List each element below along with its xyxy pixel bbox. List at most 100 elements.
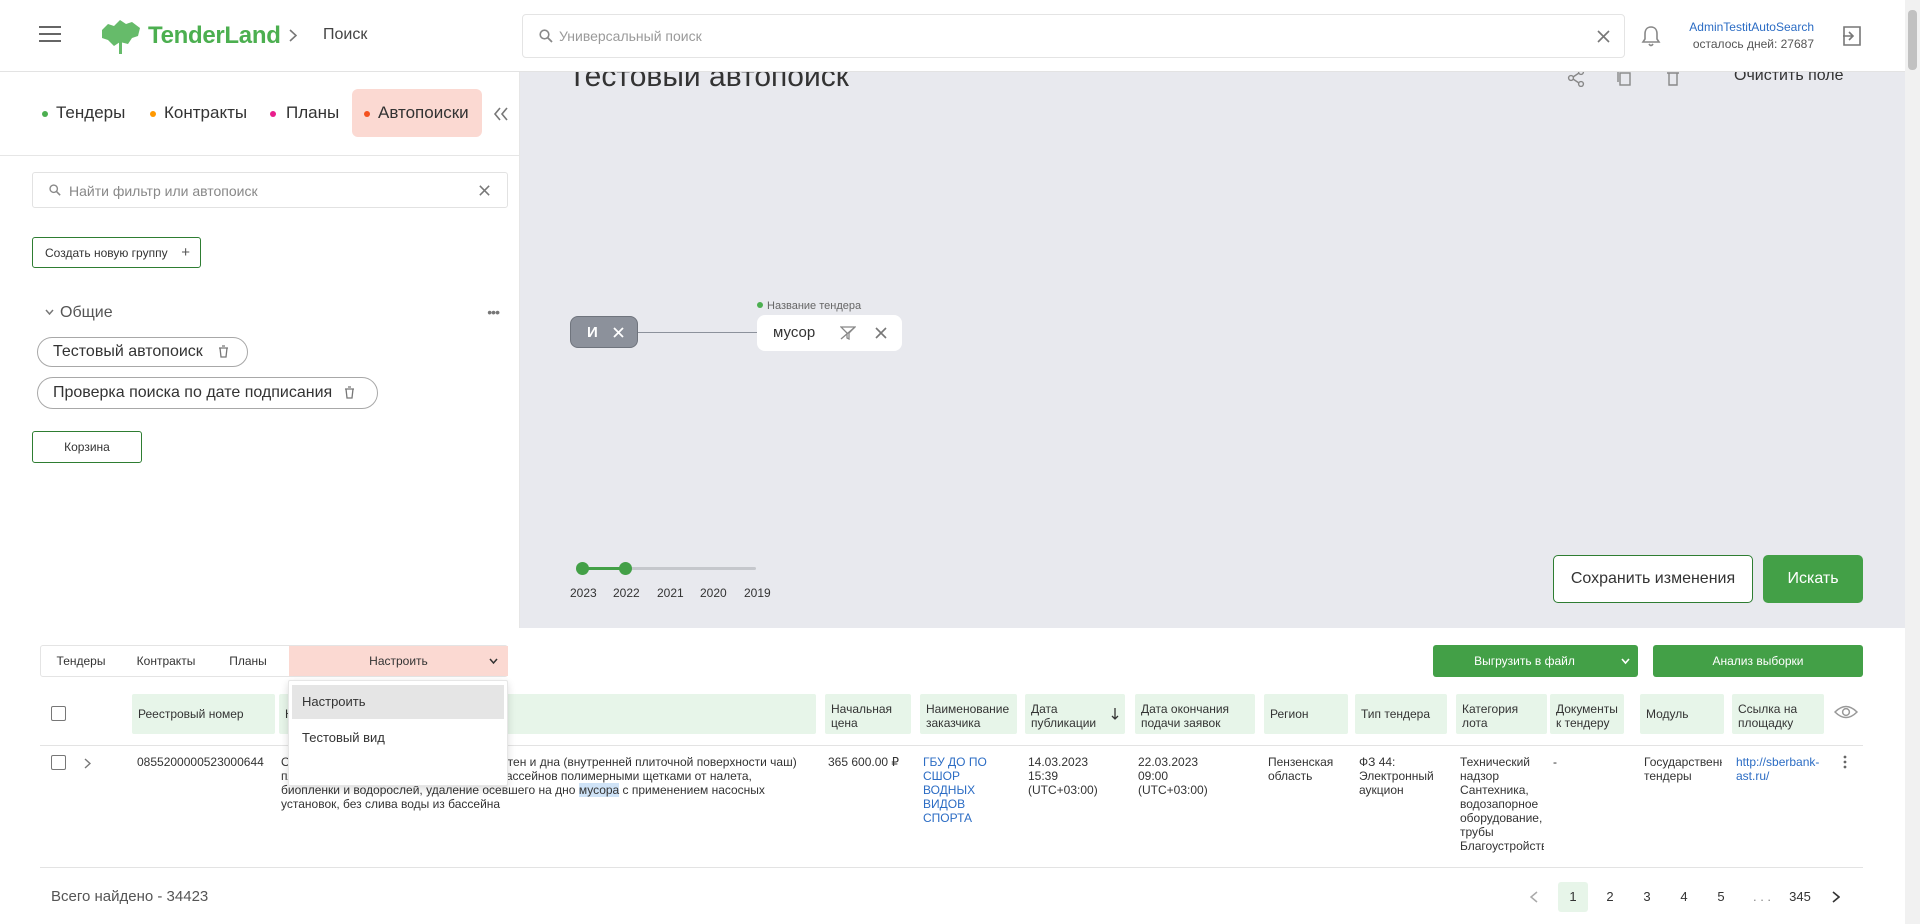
year-label: 2023 [570, 586, 597, 600]
page-scrollbar[interactable] [1905, 0, 1920, 924]
expand-row-icon[interactable] [84, 758, 91, 769]
dropdown-option-test-view[interactable]: Тестовый вид [292, 721, 504, 755]
analysis-button[interactable]: Анализ выборки [1653, 645, 1863, 677]
universal-search[interactable] [522, 14, 1625, 58]
chevron-down-icon [45, 309, 54, 316]
and-node[interactable]: И [570, 316, 638, 348]
share-icon[interactable] [1567, 72, 1585, 87]
export-button[interactable]: Выгрузить в файл [1433, 645, 1638, 677]
col-customer[interactable]: Наименование заказчика [920, 694, 1017, 734]
bell-icon[interactable] [1641, 25, 1661, 47]
remove-term-icon[interactable] [875, 327, 887, 339]
user-name[interactable]: AdminTestitAutoSearch [1660, 20, 1814, 34]
filter-search-input[interactable] [69, 181, 469, 201]
col-end-date[interactable]: Дата окончания подачи заявок [1135, 694, 1255, 734]
cell-module: Государственные тендеры [1644, 755, 1722, 783]
user-info[interactable]: AdminTestitAutoSearch осталось дней: 276… [1660, 20, 1814, 51]
chevron-right-icon [289, 29, 297, 42]
next-page-icon[interactable] [1832, 891, 1840, 903]
search-icon [539, 29, 553, 43]
col-module[interactable]: Модуль [1640, 694, 1724, 734]
plus-icon: + [181, 244, 190, 261]
more-icon[interactable]: ••• [487, 304, 500, 320]
cell-link[interactable]: http://sberbank-ast.ru/ [1736, 755, 1824, 783]
filter-off-icon[interactable] [840, 326, 856, 340]
configure-view-select[interactable]: Настроить [289, 646, 508, 676]
cell-docs: - [1553, 755, 1557, 769]
col-tender-type[interactable]: Тип тендера [1355, 694, 1447, 734]
trash-icon[interactable] [218, 345, 229, 358]
autosearch-item[interactable]: Тестовый автопоиск [37, 337, 248, 367]
cell-reg-num: 0855200000523000644 [137, 755, 264, 769]
col-reg-num[interactable]: Реестровый номер [132, 694, 275, 734]
term-field-label: Название тендера [757, 300, 861, 312]
page-last[interactable]: 345 [1780, 882, 1820, 912]
year-label: 2020 [700, 586, 727, 600]
col-price[interactable]: Начальная цена [825, 694, 911, 734]
cell-price: 365 600.00 ₽ [828, 755, 900, 769]
chevron-down-icon[interactable] [1621, 658, 1630, 665]
page-ellipsis: . . . [1752, 889, 1772, 904]
left-tab-plans[interactable]: Планы [268, 89, 348, 137]
delete-icon[interactable] [1666, 72, 1680, 87]
group-header[interactable]: Общие ••• [45, 304, 505, 324]
tab-contracts[interactable]: Контракты [125, 646, 207, 676]
breadcrumb[interactable]: Поиск [323, 26, 367, 44]
col-pub-date[interactable]: Дата публикации [1025, 694, 1125, 734]
page-2[interactable]: 2 [1595, 882, 1625, 912]
menu-icon[interactable] [39, 25, 61, 43]
page-5[interactable]: 5 [1706, 882, 1736, 912]
dropdown-option-configure[interactable]: Настроить [292, 685, 504, 719]
clear-field-button[interactable]: Очистить поле [1734, 72, 1844, 85]
results-panel: Тендеры Контракты Планы Настроить Выгруз… [0, 628, 1905, 924]
left-tab-tenders[interactable]: Тендеры [38, 89, 128, 137]
total-found: Всего найдено - 34423 [51, 888, 209, 905]
logout-icon[interactable] [1841, 25, 1863, 47]
prev-page-icon[interactable] [1530, 891, 1538, 903]
universal-search-input[interactable] [559, 25, 1559, 47]
page-4[interactable]: 4 [1669, 882, 1699, 912]
trash-icon[interactable] [344, 386, 355, 399]
logo[interactable]: TenderLand [98, 16, 281, 56]
search-highlight: мусора [578, 783, 620, 797]
days-left: осталось дней: 27687 [1692, 37, 1814, 51]
eye-icon[interactable] [1834, 704, 1858, 720]
page-1[interactable]: 1 [1558, 882, 1588, 912]
search-button[interactable]: Искать [1763, 555, 1863, 603]
clear-search-icon[interactable] [1597, 30, 1610, 43]
autosearch-item[interactable]: Проверка поиска по дате подписания [37, 377, 378, 409]
configure-dropdown: Настроить Тестовый вид [288, 680, 508, 786]
col-link[interactable]: Ссылка на площадку [1732, 694, 1824, 734]
trash-bin-button[interactable]: Корзина [32, 431, 142, 463]
slider-handle-start[interactable] [576, 562, 589, 575]
cell-customer[interactable]: ГБУ ДО ПО СШОР ВОДНЫХ ВИДОВ СПОРТА [923, 755, 1001, 825]
save-changes-button[interactable]: Сохранить изменения [1553, 555, 1753, 603]
slider-handle-end[interactable] [619, 562, 632, 575]
tab-tenders[interactable]: Тендеры [41, 646, 121, 676]
scrollbar-thumb[interactable] [1908, 10, 1917, 70]
left-tab-autosearch[interactable]: Автопоиски [352, 89, 482, 137]
term-node[interactable]: мусор [757, 315, 902, 351]
clear-filter-icon[interactable] [479, 185, 490, 196]
year-slider[interactable]: 2023 2022 2021 2020 2019 [570, 560, 777, 600]
connector-line [638, 332, 758, 333]
page-3[interactable]: 3 [1632, 882, 1662, 912]
select-all-checkbox[interactable] [51, 706, 66, 721]
tab-plans[interactable]: Планы [211, 646, 285, 676]
copy-icon[interactable] [1616, 72, 1632, 87]
col-docs[interactable]: Документы к тендеру [1550, 694, 1624, 734]
col-region[interactable]: Регион [1264, 694, 1348, 734]
col-category[interactable]: Категория лота [1456, 694, 1547, 734]
left-panel: Тендеры Контракты Планы Автопоиски Созда… [0, 72, 520, 628]
left-tab-contracts[interactable]: Контракты [146, 89, 256, 137]
row-menu-icon[interactable] [1843, 755, 1847, 769]
collapse-panel-icon[interactable] [493, 107, 509, 121]
cell-category: Технический надзор Сантехника, водозапор… [1460, 755, 1544, 853]
remove-node-icon[interactable] [613, 327, 624, 338]
create-group-button[interactable]: Создать новую группу + [32, 237, 201, 268]
filter-search[interactable] [32, 172, 508, 208]
table-bottom-divider [40, 867, 1863, 868]
row-checkbox[interactable] [51, 755, 66, 770]
cell-tender-type: ФЗ 44: Электронный аукцион [1359, 755, 1434, 797]
sort-down-icon[interactable] [1111, 708, 1119, 720]
